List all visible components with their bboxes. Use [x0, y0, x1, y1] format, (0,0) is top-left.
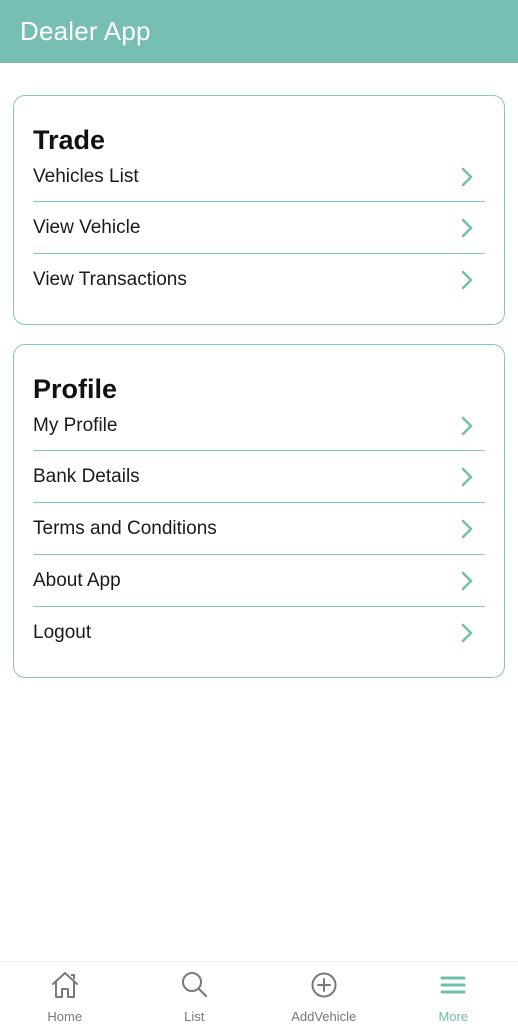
chevron-right-icon: [459, 519, 475, 539]
nav-item-home[interactable]: Home: [0, 962, 130, 1024]
bottom-navigation: Home List AddVehicle More: [0, 961, 518, 1024]
nav-item-list[interactable]: List: [130, 962, 260, 1024]
nav-label-list: List: [184, 1009, 205, 1024]
nav-label-add-vehicle: AddVehicle: [291, 1009, 357, 1024]
chevron-right-icon: [459, 218, 475, 238]
menu-item-label: View Transactions: [33, 269, 187, 290]
menu-item-view-transactions[interactable]: View Transactions: [33, 254, 485, 306]
menu-item-label: My Profile: [33, 414, 118, 436]
nav-label-more: More: [438, 1009, 469, 1024]
menu-item-label: About App: [33, 569, 121, 591]
chevron-right-icon: [459, 167, 475, 187]
menu-item-label: Logout: [33, 622, 92, 643]
menu-item-label: View Vehicle: [33, 216, 141, 238]
chevron-right-icon: [459, 270, 475, 290]
menu-item-about-app[interactable]: About App: [33, 555, 485, 607]
home-icon: [49, 969, 81, 1001]
chevron-right-icon: [459, 416, 475, 436]
menu-item-terms-and-conditions[interactable]: Terms and Conditions: [33, 503, 485, 555]
add-circle-icon: [308, 969, 340, 1001]
profile-menu-list: My Profile Bank Details Terms and Condit…: [33, 401, 485, 659]
nav-item-more[interactable]: More: [389, 962, 518, 1024]
menu-icon: [437, 969, 469, 1001]
profile-card: Profile My Profile Bank Details Terms an…: [13, 344, 505, 678]
nav-item-add-vehicle[interactable]: AddVehicle: [259, 962, 389, 1024]
menu-item-my-profile[interactable]: My Profile: [33, 401, 485, 451]
menu-item-label: Vehicles List: [33, 165, 139, 187]
menu-item-logout[interactable]: Logout: [33, 607, 485, 659]
menu-item-vehicles-list[interactable]: Vehicles List: [33, 152, 485, 202]
chevron-right-icon: [459, 467, 475, 487]
menu-item-view-vehicle[interactable]: View Vehicle: [33, 202, 485, 254]
nav-label-home: Home: [47, 1009, 83, 1024]
dealer-app-screen: Dealer App Trade Vehicles List View Vehi…: [0, 0, 518, 1024]
menu-item-label: Terms and Conditions: [33, 517, 217, 539]
trade-card: Trade Vehicles List View Vehicle View Tr…: [13, 95, 505, 325]
trade-menu-list: Vehicles List View Vehicle View Transact…: [33, 152, 485, 306]
app-title: Dealer App: [20, 16, 151, 46]
app-bar: Dealer App: [0, 0, 518, 63]
search-icon: [178, 969, 210, 1001]
menu-item-bank-details[interactable]: Bank Details: [33, 451, 485, 503]
menu-item-label: Bank Details: [33, 465, 140, 487]
chevron-right-icon: [459, 571, 475, 591]
chevron-right-icon: [459, 623, 475, 643]
